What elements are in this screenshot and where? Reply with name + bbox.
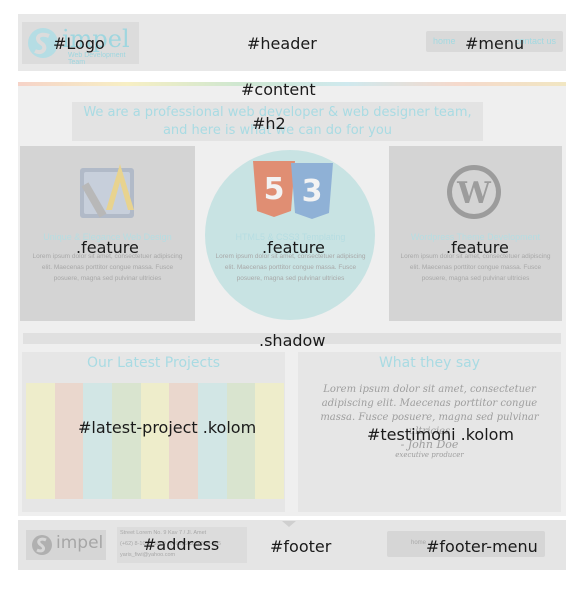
label-shadow: .shadow [259,331,326,350]
project-stripe [255,383,285,499]
footer-menu-item-home[interactable]: home [411,540,426,546]
project-stripe [83,383,113,499]
label-footer: #footer [270,537,332,556]
project-stripe [54,383,84,499]
project-stripe [169,383,199,499]
footer-notch [282,521,296,527]
latest-heading: Our Latest Projects [86,355,220,371]
label-feature-1: .feature [76,238,139,257]
content: We are a professional web developer & we… [18,82,566,516]
label-menu: #menu [465,34,525,53]
project-stripe [198,383,227,499]
menu-item-home[interactable]: home [433,36,456,46]
footer-logo[interactable]: impel [26,530,106,560]
svg-text:W: W [456,176,492,211]
testimoni-heading: What they say [378,355,481,371]
project-stripe [226,383,256,499]
svg-text:3: 3 [302,174,323,209]
html5-css3-icon: 5 3 [253,161,333,219]
label-h2: #h2 [252,114,286,133]
label-header: #header [247,34,317,53]
label-address: #address [143,535,220,554]
footer-logo-s-icon [32,535,52,555]
svg-text:5: 5 [264,172,285,207]
logo-tagline: Web Development Team [68,52,126,66]
project-stripe [140,383,170,499]
design-app-icon [80,164,134,218]
label-feature-3: .feature [446,238,509,257]
feature-wordpress: W Wordpress Theme Development Lorem ipsu… [389,146,562,321]
footer-logo-wordmark: impel [56,533,104,553]
project-stripes[interactable] [26,383,285,499]
project-stripe [26,383,55,499]
label-content: #content [241,80,316,99]
feature-html5: 5 3 HTML5 & CSS3 Templating Lorem ipsum … [205,146,376,321]
label-testimoni: #testimoni .kolom [367,425,515,444]
wordpress-icon: W [447,165,501,219]
label-feature-2: .feature [262,238,325,257]
testimonial-role: executive producer [395,451,464,459]
label-logo: #Logo [53,34,105,53]
label-latest-project: #latest-project .kolom [78,418,257,437]
feature-design: Unique & Elegance Web Design Lorem ipsum… [20,146,195,321]
label-footer-menu: #footer-menu [426,537,538,556]
project-stripe [112,383,141,499]
